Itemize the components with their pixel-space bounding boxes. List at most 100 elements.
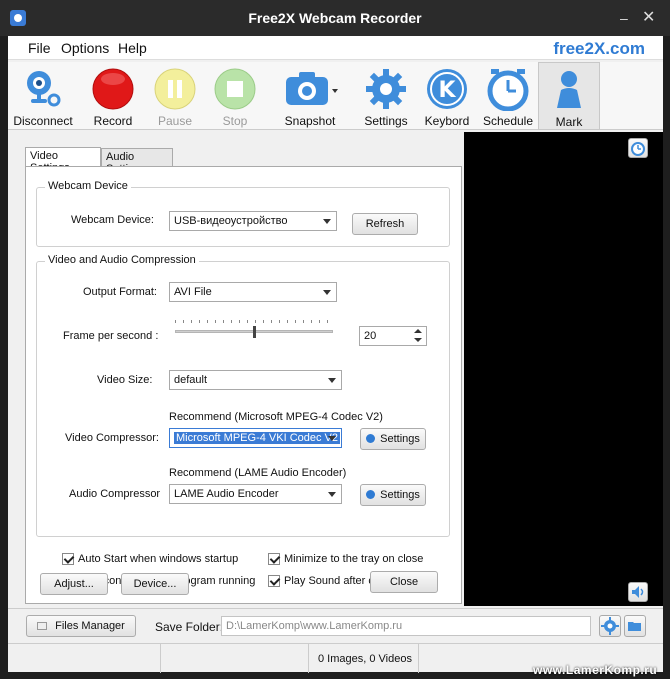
app-window: Free2X Webcam Recorder – ✕ File Options …	[0, 0, 670, 679]
mark-button[interactable]: Mark	[538, 62, 600, 130]
clock-icon	[631, 142, 645, 156]
audio-compressor-value: LAME Audio Encoder	[174, 488, 279, 500]
settings-label: Settings	[364, 114, 408, 128]
status-divider	[418, 644, 419, 673]
spin-down-icon[interactable]	[414, 338, 422, 342]
client-area: File Options Help free2X.com Disconnect	[8, 36, 663, 673]
disconnect-button[interactable]: Disconnect	[10, 62, 76, 130]
auto-start-checkbox[interactable]	[62, 553, 74, 565]
settings-small-button[interactable]	[599, 615, 621, 637]
stop-label: Stop	[222, 114, 248, 128]
snapshot-label: Snapshot	[284, 114, 336, 128]
snapshot-button[interactable]: Snapshot	[270, 62, 350, 130]
chevron-down-icon	[323, 219, 331, 224]
webcam-group-title: Webcam Device	[45, 180, 131, 192]
settings-button[interactable]: Settings	[353, 62, 419, 130]
close-window-button[interactable]: ✕	[642, 7, 655, 27]
folder-open-icon	[628, 622, 641, 631]
minimize-button[interactable]: –	[620, 10, 628, 26]
device-button[interactable]: Device...	[121, 573, 189, 595]
media-count: 0 Images, 0 Videos	[318, 653, 412, 665]
gear-icon	[601, 617, 619, 635]
audio-compressor-select[interactable]: LAME Audio Encoder	[169, 484, 342, 504]
title-bar[interactable]: Free2X Webcam Recorder – ✕	[0, 0, 670, 36]
person-icon	[557, 71, 581, 108]
video-settings-pane: Webcam Device Webcam Device: USB-видеоус…	[25, 166, 462, 604]
keyboard-icon: K	[427, 69, 467, 109]
pause-button[interactable]: Pause	[142, 62, 208, 130]
video-recommend-text: Recommend (Microsoft MPEG-4 Codec V2)	[169, 411, 383, 423]
webcam-device-label: Webcam Device:	[71, 214, 154, 226]
files-manager-label: Files Manager	[55, 620, 125, 632]
menu-options[interactable]: Options	[61, 40, 109, 56]
speaker-icon	[632, 586, 644, 598]
disconnect-label: Disconnect	[13, 114, 73, 128]
svg-text:K: K	[438, 78, 456, 103]
output-format-select[interactable]: AVI File	[169, 282, 337, 302]
audio-recommend-text: Recommend (LAME Audio Encoder)	[169, 467, 347, 479]
pause-icon	[154, 68, 196, 110]
record-icon	[92, 68, 134, 110]
mark-label: Mark	[555, 115, 583, 129]
window-title: Free2X Webcam Recorder	[248, 10, 422, 26]
timer-button[interactable]	[628, 138, 648, 158]
refresh-button[interactable]: Refresh	[352, 213, 418, 235]
video-compressor-select[interactable]: Microsoft MPEG-4 VKI Codec V2	[169, 428, 342, 448]
settings-gear-icon	[366, 434, 376, 443]
status-divider	[160, 644, 161, 673]
auto-start-label: Auto Start when windows startup	[78, 553, 239, 565]
video-size-value: default	[174, 374, 208, 386]
video-compressor-value: Microsoft MPEG-4 VKI Codec V2	[174, 432, 340, 444]
video-preview[interactable]	[464, 132, 663, 606]
fps-label: Frame per second :	[63, 330, 159, 342]
webcam-device-select[interactable]: USB-видеоустройство	[169, 211, 337, 231]
chevron-down-icon	[328, 436, 336, 441]
settings-gear-icon	[366, 490, 376, 499]
schedule-button[interactable]: Schedule	[475, 62, 541, 130]
fps-value: 20	[364, 330, 377, 342]
chevron-down-icon	[323, 290, 331, 295]
stop-button[interactable]: Stop	[202, 62, 268, 130]
minimize-tray-label: Minimize to the tray on close	[284, 553, 424, 565]
brand-logo[interactable]: free2X.com	[553, 39, 645, 59]
fps-spinner[interactable]: 20	[359, 326, 427, 346]
video-compressor-settings-button[interactable]: Settings	[360, 428, 426, 450]
spin-up-icon[interactable]	[414, 329, 422, 333]
tab-video-settings[interactable]: Video Settings	[25, 147, 101, 174]
webcam-device-value: USB-видеоустройство	[174, 215, 288, 227]
save-folder-input[interactable]: D:\LamerKomp\www.LamerKomp.ru	[221, 616, 591, 636]
keyboard-button[interactable]: K Keybord	[414, 62, 480, 130]
stop-icon	[214, 68, 256, 110]
record-button[interactable]: Record	[80, 62, 146, 130]
close-button[interactable]: Close	[370, 571, 438, 593]
open-folder-button[interactable]	[624, 615, 646, 637]
fps-slider-ticks	[175, 320, 333, 323]
status-divider	[308, 644, 309, 673]
video-size-label: Video Size:	[97, 374, 153, 386]
save-folder-label: Save Folder:	[155, 620, 224, 634]
compression-group-title: Video and Audio Compression	[45, 254, 199, 266]
schedule-label: Schedule	[482, 114, 534, 128]
chevron-down-icon	[328, 378, 336, 383]
record-label: Record	[93, 114, 133, 128]
camera-icon	[286, 72, 338, 105]
webcam-icon	[27, 71, 61, 107]
audio-compressor-settings-button[interactable]: Settings	[360, 484, 426, 506]
compression-group: Video and Audio Compression Output Forma…	[36, 254, 450, 537]
menu-file[interactable]: File	[28, 40, 51, 56]
audio-compressor-label: Audio Compressor	[69, 488, 161, 500]
adjust-button[interactable]: Adjust...	[40, 573, 108, 595]
volume-button[interactable]	[628, 582, 648, 602]
gear-icon	[366, 69, 406, 109]
play-sound-checkbox[interactable]	[268, 575, 280, 587]
settings-panel: Video Settings Audio Settings Webcam Dev…	[23, 140, 464, 604]
toolbar: Disconnect Record Pause Stop Snapshot Se…	[8, 62, 663, 130]
minimize-tray-checkbox[interactable]	[268, 553, 280, 565]
video-size-select[interactable]: default	[169, 370, 342, 390]
watermark-text: www.LamerKomp.ru	[533, 663, 658, 677]
video-compressor-label: Video Compressor:	[65, 432, 159, 444]
tab-audio-settings[interactable]: Audio Settings	[101, 148, 173, 175]
menu-help[interactable]: Help	[118, 40, 147, 56]
files-manager-button[interactable]: Files Manager	[26, 615, 136, 637]
fps-slider-thumb[interactable]	[253, 326, 256, 338]
